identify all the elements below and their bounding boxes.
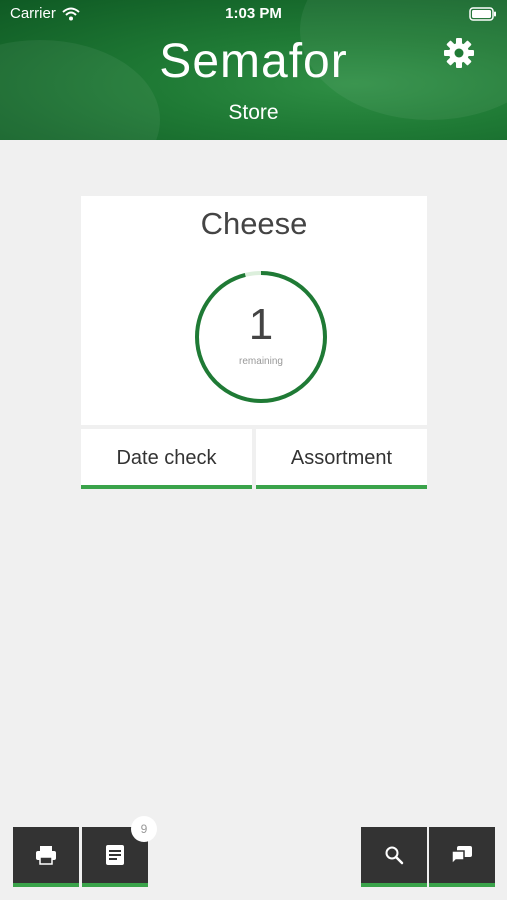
chat-bubbles-icon	[451, 846, 472, 865]
print-button[interactable]	[13, 827, 79, 887]
store-subtitle: Store	[228, 101, 279, 124]
messages-button[interactable]	[429, 827, 495, 887]
app-header: Carrier 1:03 PM Semafor Store	[0, 0, 507, 140]
category-card[interactable]: Cheese 1 remaining	[81, 196, 427, 425]
remaining-label: remaining	[239, 356, 283, 367]
status-time: 1:03 PM	[225, 5, 282, 22]
assortment-button[interactable]: Assortment	[256, 429, 427, 489]
notes-count-badge: 9	[131, 816, 157, 842]
remaining-count: 1	[248, 300, 274, 349]
date-check-button[interactable]: Date check	[81, 429, 252, 489]
battery-icon	[469, 7, 496, 21]
printer-icon	[36, 846, 56, 865]
document-list-icon	[106, 845, 124, 865]
settings-gear-icon[interactable]	[443, 37, 475, 69]
search-icon	[385, 846, 404, 865]
category-title: Cheese	[200, 206, 308, 241]
search-button[interactable]	[361, 827, 427, 887]
status-bar: Carrier 1:03 PM	[0, 0, 507, 28]
app-title: Semafor	[159, 35, 348, 88]
